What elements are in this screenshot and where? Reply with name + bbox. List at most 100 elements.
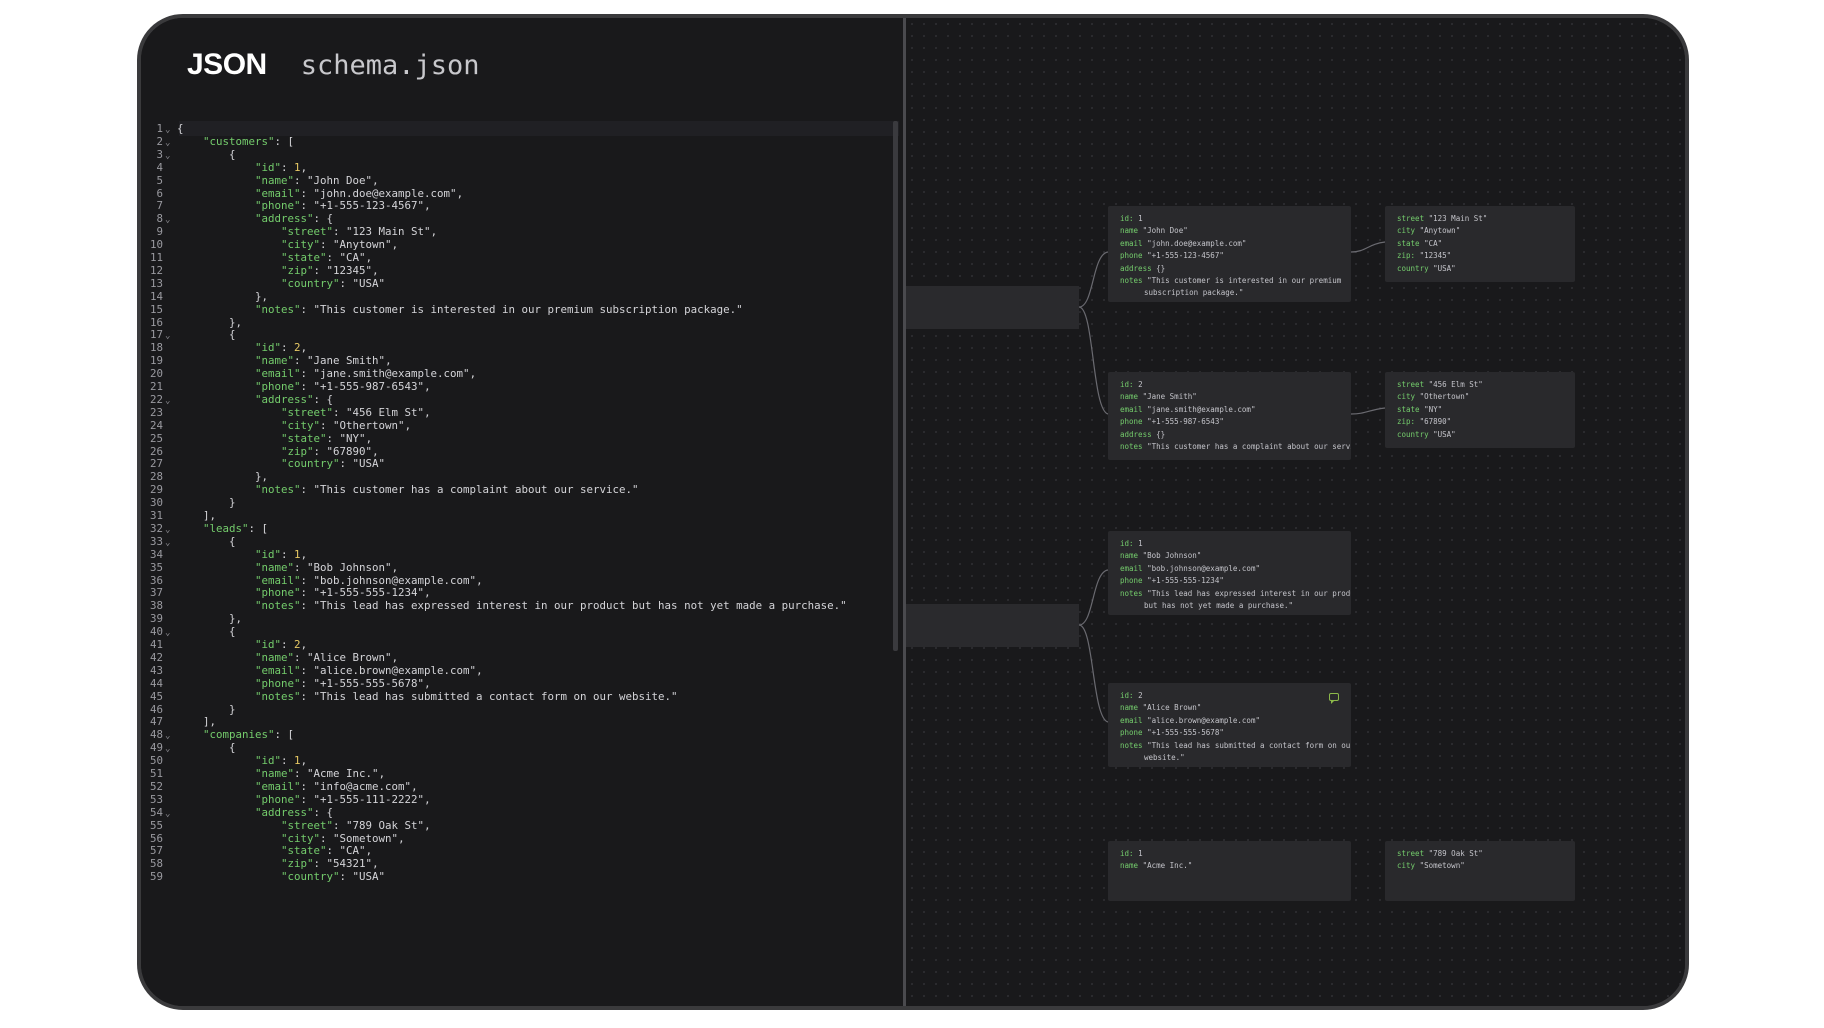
node-field: notes "This lead has submitted a contact… — [1120, 740, 1351, 752]
node-field-key: notes — [1120, 740, 1143, 750]
node-field: id: 1 — [1120, 848, 1339, 860]
node-field-value: "john.doe@example.com" — [1147, 238, 1247, 248]
node-field-value: "This lead has expressed interest in our… — [1147, 588, 1351, 598]
node-field: zip: "12345" — [1397, 250, 1563, 262]
graph-edge — [1350, 241, 1386, 253]
node-field-value: "456 Elm St" — [1428, 380, 1483, 389]
json-punctuation: , — [424, 380, 431, 393]
graph-node-a1[interactable]: street "123 Main St" city "Anytown" state … — [1385, 206, 1575, 282]
node-field: email "john.doe@example.com" — [1120, 238, 1339, 250]
graph-node-co1[interactable]: id: 1 name "Acme Inc." — [1108, 841, 1351, 901]
json-key: "country" — [281, 276, 340, 290]
json-string: "This lead has submitted a contact form … — [313, 689, 678, 703]
node-field: city "Anytown" — [1397, 225, 1563, 237]
node-field-key: city — [1397, 392, 1416, 402]
node-field: street "456 Elm St" — [1397, 379, 1563, 391]
node-field-key: address — [1120, 263, 1152, 273]
node-field-key: id: — [1120, 539, 1134, 548]
file-name[interactable]: schema.json — [301, 50, 480, 81]
json-string: "This customer is interested in our prem… — [313, 302, 743, 316]
node-field-value: 2 — [1138, 691, 1143, 700]
node-field: phone "+1-555-123-4567" — [1120, 250, 1339, 262]
node-field-value: "789 Oak St" — [1428, 849, 1483, 858]
node-field-value: "+1-555-555-1234" — [1147, 576, 1224, 586]
node-field-value: website." — [1144, 753, 1185, 763]
json-punctuation: : [ — [274, 728, 295, 742]
node-field-key: street — [1397, 214, 1425, 223]
node-field-key: state — [1397, 238, 1420, 248]
node-field-key: country — [1397, 429, 1429, 439]
node-field-key: id: — [1120, 849, 1134, 858]
code-editor[interactable]: 1 ⌄{2 ⌄ "customers": [3 ⌄ {4 "id": 1, 5 "nam… — [141, 121, 903, 1006]
node-field: country "USA" — [1397, 263, 1563, 275]
code-line[interactable]: 38 "notes": "This lead has expressed int… — [141, 598, 847, 613]
node-field: name "John Doe" — [1120, 225, 1339, 237]
graph-canvas[interactable]: id: 1 name "John Doe" email "john.doe@exam… — [906, 18, 1685, 1006]
node-field: name "Bob Johnson" — [1120, 550, 1339, 562]
node-field-key: name — [1120, 861, 1139, 871]
node-field-value: {} — [1156, 263, 1166, 273]
node-field-key: phone — [1120, 417, 1143, 427]
node-field-key: country — [1397, 263, 1429, 273]
graph-node-c1[interactable]: id: 1 name "John Doe" email "john.doe@exam… — [1108, 206, 1351, 302]
json-string: "USA" — [352, 870, 386, 884]
node-field-value: "Jane Smith" — [1142, 392, 1197, 402]
node-field: website." — [1120, 752, 1339, 764]
node-field-key: street — [1397, 849, 1425, 858]
node-field-value: "jane.smith@example.com" — [1147, 404, 1256, 414]
node-field: subscription package." — [1120, 287, 1339, 299]
json-punctuation: : — [300, 302, 314, 316]
node-field-value: subscription package." — [1144, 288, 1244, 298]
code-line[interactable]: 59 "country": "USA" — [141, 869, 385, 884]
node-field-value: "bob.johnson@example.com" — [1147, 563, 1260, 573]
graph-node-c2[interactable]: id: 2 name "Jane Smith" email "jane.smith@… — [1108, 372, 1351, 460]
node-field: id: 1 — [1120, 213, 1339, 225]
json-string: "This lead has expressed interest in our… — [313, 599, 847, 613]
node-field: but has not yet made a purchase." — [1120, 600, 1339, 612]
json-punctuation: , — [391, 238, 399, 252]
node-field: city "Sometown" — [1397, 860, 1563, 872]
node-field: email "jane.smith@example.com" — [1120, 404, 1339, 416]
node-field-key: email — [1120, 404, 1143, 414]
leads-array-node[interactable] — [906, 604, 1079, 647]
node-field: notes "This customer has a complaint abo… — [1120, 441, 1351, 453]
node-field-key: id: — [1120, 380, 1134, 389]
graph-node-l2[interactable]: id: 2 name "Alice Brown" email "alice.brow… — [1108, 683, 1351, 767]
json-punctuation: : — [339, 276, 353, 290]
editor-scrollbar[interactable] — [893, 121, 898, 651]
node-field: notes "This customer is interested in ou… — [1120, 275, 1342, 287]
json-punctuation: : — [300, 483, 314, 497]
node-field: name "Acme Inc." — [1120, 860, 1339, 872]
node-field-key: street — [1397, 380, 1425, 389]
node-field-value: 1 — [1138, 539, 1143, 548]
node-field-key: state — [1397, 404, 1420, 414]
node-field-value: "+1-555-555-5678" — [1147, 728, 1224, 738]
json-punctuation: , — [424, 792, 431, 806]
line-number: 59 — [149, 870, 163, 884]
node-field: notes "This lead has expressed interest … — [1120, 588, 1351, 600]
customers-array-node[interactable] — [906, 286, 1079, 329]
json-key: "country" — [281, 457, 340, 471]
json-punctuation: : — [300, 599, 314, 613]
json-punctuation: : [ — [274, 134, 295, 148]
node-field-value: 1 — [1138, 849, 1143, 858]
comment-icon[interactable] — [1329, 693, 1339, 704]
node-field-value: "This customer has a complaint about our… — [1147, 442, 1351, 452]
json-string: "USA" — [352, 276, 386, 290]
node-field-value: {} — [1156, 429, 1166, 439]
graph-node-l1[interactable]: id: 1 name "Bob Johnson" email "bob.johnso… — [1108, 531, 1351, 615]
node-field: id: 2 — [1120, 690, 1339, 702]
node-field-value: "This customer is interested in our prem… — [1147, 276, 1342, 286]
node-field: street "123 Main St" — [1397, 213, 1563, 225]
node-field-value: but has not yet made a purchase." — [1144, 601, 1294, 611]
app-logo: JSON — [187, 48, 267, 81]
graph-node-a3[interactable]: street "789 Oak St" city "Sometown" — [1385, 841, 1575, 901]
graph-node-a2[interactable]: street "456 Elm St" city "Othertown" state… — [1385, 372, 1575, 448]
node-field: state "CA" — [1397, 238, 1563, 250]
json-key: "notes" — [255, 302, 301, 316]
json-punctuation: , — [456, 186, 464, 200]
node-field-value: 1 — [1138, 214, 1143, 223]
node-field-value: "123 Main St" — [1428, 214, 1488, 223]
node-field: country "USA" — [1397, 429, 1563, 441]
node-field-value: "Anytown" — [1419, 226, 1461, 236]
